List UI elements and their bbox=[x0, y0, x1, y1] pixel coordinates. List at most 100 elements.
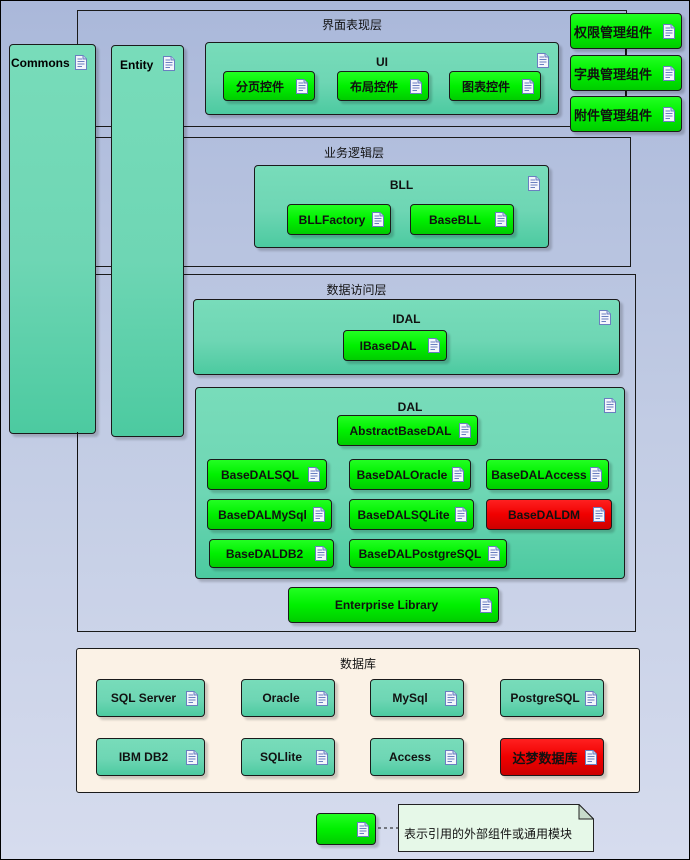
legend-note: 表示引用的外部组件或通用模块 bbox=[398, 804, 594, 852]
component-label: 图表控件 bbox=[461, 79, 510, 94]
document-icon bbox=[452, 467, 464, 482]
commons-connector bbox=[77, 432, 78, 630]
dal-component-postgresql[interactable]: BaseDALPostgreSQL bbox=[349, 539, 507, 568]
document-icon bbox=[357, 821, 369, 837]
dal-package[interactable]: DAL AbstractBaseDAL BaseDALSQL BaseDALOr… bbox=[195, 387, 625, 579]
document-icon bbox=[186, 749, 198, 765]
database-oracle[interactable]: Oracle bbox=[241, 679, 335, 717]
dal-component-sql[interactable]: BaseDALSQL bbox=[207, 459, 327, 490]
dal-component-access[interactable]: BaseDALAccess bbox=[486, 459, 609, 490]
dal-component-db2[interactable]: BaseDALDB2 bbox=[209, 539, 334, 568]
permission-management-component[interactable]: 权限管理组件 bbox=[570, 13, 682, 49]
database-label: MySql bbox=[392, 691, 428, 705]
database-label: IBM DB2 bbox=[118, 750, 169, 764]
component-label: 权限管理组件 bbox=[574, 24, 653, 40]
document-icon bbox=[186, 690, 198, 706]
component-label: BaseDALSQL bbox=[220, 467, 300, 482]
idal-package[interactable]: IDAL IBaseDAL bbox=[193, 299, 620, 375]
component-label: BaseDALPostgreSQL bbox=[358, 546, 482, 561]
document-icon bbox=[663, 106, 675, 122]
legend-dashed-connector bbox=[378, 827, 400, 829]
component-label: BaseDALSQLite bbox=[357, 507, 450, 522]
entity-package[interactable]: Entity bbox=[111, 45, 184, 437]
document-icon bbox=[459, 423, 471, 438]
document-icon bbox=[316, 690, 328, 706]
database-label: Access bbox=[388, 750, 432, 764]
document-icon bbox=[593, 507, 605, 522]
database-label: PostgreSQL bbox=[510, 691, 580, 705]
document-icon bbox=[75, 55, 87, 70]
document-icon bbox=[599, 310, 611, 325]
database-layer-title: 数据库 bbox=[339, 657, 376, 671]
database-mysql[interactable]: MySql bbox=[370, 679, 464, 717]
component-label: 字典管理组件 bbox=[574, 66, 653, 82]
dictionary-management-component[interactable]: 字典管理组件 bbox=[570, 55, 682, 91]
attachment-management-component[interactable]: 附件管理组件 bbox=[570, 96, 682, 132]
document-icon bbox=[316, 749, 328, 765]
document-icon bbox=[163, 56, 175, 71]
legend-sample-component bbox=[316, 813, 376, 845]
bll-package[interactable]: BLL BLLFactory BaseBLL bbox=[254, 165, 549, 248]
idal-package-title: IDAL bbox=[392, 312, 421, 326]
component-label: IBaseDAL bbox=[359, 338, 417, 353]
pagination-control[interactable]: 分页控件 bbox=[223, 71, 315, 101]
commons-title: Commons bbox=[11, 56, 70, 70]
database-sql-server[interactable]: SQL Server bbox=[96, 679, 205, 717]
component-label: BaseDALDB2 bbox=[225, 546, 304, 561]
layout-control[interactable]: 布局控件 bbox=[337, 71, 429, 101]
component-label: Enterprise Library bbox=[334, 598, 439, 612]
database-ibm-db2[interactable]: IBM DB2 bbox=[96, 738, 205, 776]
document-icon bbox=[372, 212, 384, 227]
database-label: SQL Server bbox=[110, 691, 177, 705]
document-icon bbox=[528, 176, 540, 191]
dal-component-sqlite[interactable]: BaseDALSQLite bbox=[349, 499, 474, 530]
component-label: BaseDALOracle bbox=[356, 467, 448, 482]
component-label: BaseDALAccess bbox=[491, 467, 587, 482]
component-label: AbstractBaseDAL bbox=[349, 423, 452, 438]
database-sqlite[interactable]: SQLlite bbox=[241, 738, 335, 776]
document-icon bbox=[663, 65, 675, 81]
ibasedal-component[interactable]: IBaseDAL bbox=[343, 330, 447, 361]
dal-component-oracle[interactable]: BaseDALOracle bbox=[349, 459, 471, 490]
document-icon bbox=[445, 749, 457, 765]
dal-component-mysql[interactable]: BaseDALMySql bbox=[207, 499, 332, 530]
document-icon bbox=[585, 690, 597, 706]
component-label: 附件管理组件 bbox=[574, 107, 653, 123]
enterprise-library-component[interactable]: Enterprise Library bbox=[288, 587, 499, 623]
document-icon bbox=[522, 78, 534, 94]
database-access[interactable]: Access bbox=[370, 738, 464, 776]
document-icon bbox=[585, 749, 597, 765]
component-label: BaseBLL bbox=[428, 212, 481, 227]
component-label: BLLFactory bbox=[298, 212, 366, 227]
document-icon bbox=[445, 690, 457, 706]
document-icon bbox=[308, 467, 320, 482]
document-icon bbox=[495, 212, 507, 227]
chart-control[interactable]: 图表控件 bbox=[449, 71, 541, 101]
bll-package-title: BLL bbox=[389, 178, 414, 192]
commons-package[interactable]: Commons bbox=[9, 44, 96, 434]
document-icon bbox=[590, 467, 602, 482]
component-label: 分页控件 bbox=[235, 79, 284, 94]
document-icon bbox=[488, 546, 500, 561]
database-label: 达梦数据库 bbox=[512, 750, 578, 766]
database-label: SQLlite bbox=[259, 750, 302, 764]
legend-note-text: 表示引用的外部组件或通用模块 bbox=[404, 827, 573, 841]
document-icon bbox=[537, 53, 549, 68]
document-icon bbox=[410, 78, 422, 94]
document-icon bbox=[663, 23, 675, 39]
document-icon bbox=[428, 338, 440, 353]
basebll-component[interactable]: BaseBLL bbox=[410, 204, 514, 235]
presentation-layer-title: 界面表现层 bbox=[321, 18, 382, 32]
database-dameng[interactable]: 达梦数据库 bbox=[500, 738, 604, 776]
document-icon bbox=[315, 546, 327, 561]
entity-title: Entity bbox=[120, 58, 154, 72]
document-icon bbox=[455, 507, 467, 522]
ui-package[interactable]: UI 分页控件 布局控件 图表控件 bbox=[205, 42, 559, 115]
abstractbasedal-component[interactable]: AbstractBaseDAL bbox=[337, 415, 478, 446]
document-icon bbox=[296, 78, 308, 94]
component-label: BaseDALMySql bbox=[218, 507, 307, 522]
dal-component-dm[interactable]: BaseDALDM bbox=[486, 499, 612, 530]
database-postgresql[interactable]: PostgreSQL bbox=[500, 679, 604, 717]
dal-package-title: DAL bbox=[397, 400, 423, 414]
bllfactory-component[interactable]: BLLFactory bbox=[287, 204, 391, 235]
